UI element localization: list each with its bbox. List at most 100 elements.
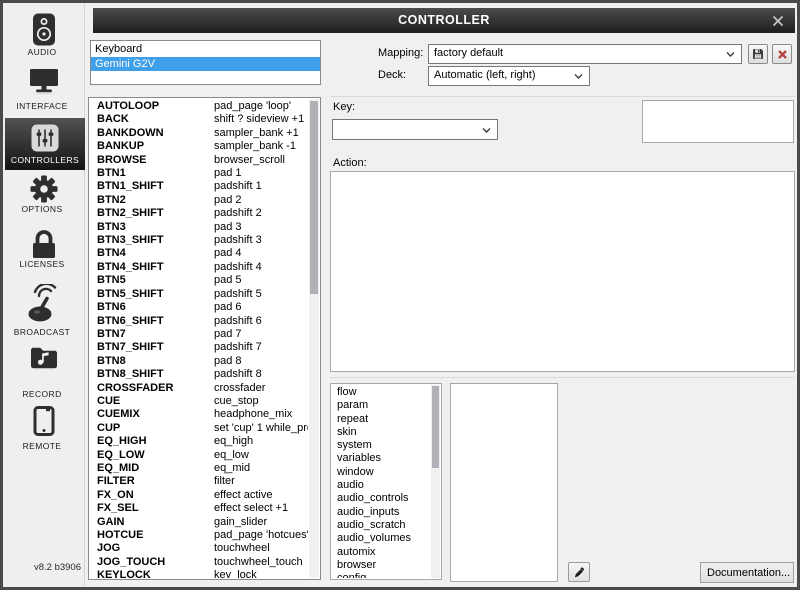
- mapping-key: BTN6: [97, 301, 126, 314]
- action-category-item[interactable]: skin: [332, 426, 431, 439]
- deck-select-value: Automatic (left, right): [434, 69, 536, 81]
- mapping-row[interactable]: BTN4 pad 4: [90, 247, 308, 260]
- mapping-row[interactable]: BTN7_SHIFT padshift 7: [90, 341, 308, 354]
- mapping-row[interactable]: FX_SEL effect select +1: [90, 502, 308, 515]
- mapping-row[interactable]: BTN5 pad 5: [90, 274, 308, 287]
- action-category-scrollbar[interactable]: [431, 385, 440, 578]
- mapping-action: cue_stop: [214, 394, 259, 407]
- folder-music-icon: [31, 347, 57, 369]
- mapping-key: HOTCUE: [97, 529, 144, 541]
- mapping-row[interactable]: GAIN gain_slider: [90, 516, 308, 529]
- action-category-item[interactable]: flow: [332, 386, 431, 399]
- action-category-item[interactable]: repeat: [332, 413, 431, 426]
- action-detail-list[interactable]: [450, 383, 558, 582]
- mapping-row[interactable]: BTN8_SHIFT padshift 8: [90, 368, 308, 381]
- mapping-row[interactable]: BTN7 pad 7: [90, 328, 308, 341]
- mapping-row[interactable]: CUE cue_stop: [90, 395, 308, 408]
- documentation-button[interactable]: Documentation...: [700, 562, 794, 583]
- sidebar-item-controllers[interactable]: CONTROLLERS: [5, 118, 85, 170]
- mapping-key: BTN5_SHIFT: [97, 287, 164, 300]
- save-mapping-button[interactable]: [748, 44, 768, 64]
- mapping-row[interactable]: BTN2 pad 2: [90, 194, 308, 207]
- mapping-row[interactable]: AUTOLOOP pad_page 'loop': [90, 100, 308, 113]
- key-learn-display[interactable]: [642, 100, 794, 143]
- action-category-item[interactable]: automix: [332, 546, 431, 559]
- mapping-row[interactable]: BACK shift ? sideview +1 : br: [90, 113, 308, 126]
- mapping-key: EQ_LOW: [97, 448, 145, 461]
- mapping-key: BTN4: [97, 247, 126, 260]
- mapping-action: pad 2: [214, 193, 242, 206]
- mapping-action: pad_page 'hotcues': [214, 529, 308, 541]
- mapping-action: touchwheel_touch: [214, 555, 303, 568]
- mapping-action: pad 7: [214, 327, 242, 340]
- mapping-row[interactable]: JOG touchwheel: [90, 542, 308, 555]
- close-icon[interactable]: [770, 13, 786, 29]
- action-category-item[interactable]: audio_volumes: [332, 532, 431, 545]
- mapping-row[interactable]: BTN1_SHIFT padshift 1: [90, 180, 308, 193]
- mapping-list-scroll-thumb[interactable]: [310, 101, 318, 294]
- action-category-item[interactable]: variables: [332, 452, 431, 465]
- action-category-item[interactable]: audio_inputs: [332, 506, 431, 519]
- mapping-list-scrollbar[interactable]: [309, 99, 319, 578]
- mapping-key: BTN3: [97, 220, 126, 233]
- action-textarea[interactable]: [330, 171, 795, 372]
- action-category-item[interactable]: param: [332, 399, 431, 412]
- action-category-item[interactable]: system: [332, 439, 431, 452]
- controller-mapping-list: AUTOLOOP pad_page 'loop' BACK shift ? si…: [88, 97, 321, 580]
- mapping-row[interactable]: EQ_MID eq_mid: [90, 462, 308, 475]
- device-item-keyboard[interactable]: Keyboard: [91, 42, 320, 57]
- mapping-action: browser_scroll: [214, 153, 285, 166]
- mapping-row[interactable]: CUEMIX headphone_mix: [90, 408, 308, 421]
- action-category-item[interactable]: browser: [332, 559, 431, 572]
- mapping-row[interactable]: BTN8 pad 8: [90, 355, 308, 368]
- mapping-row[interactable]: BTN1 pad 1: [90, 167, 308, 180]
- action-category-item[interactable]: audio_scratch: [332, 519, 431, 532]
- mapping-row[interactable]: JOG_TOUCH touchwheel_touch: [90, 556, 308, 569]
- delete-mapping-button[interactable]: [772, 44, 792, 64]
- mapping-row[interactable]: FILTER filter: [90, 475, 308, 488]
- mapping-action: pad 5: [214, 274, 242, 287]
- deck-select[interactable]: Automatic (left, right): [428, 66, 590, 86]
- mapping-key: BTN5: [97, 274, 126, 287]
- mapping-key: FILTER: [97, 475, 135, 488]
- speaker-icon: [33, 13, 55, 46]
- device-item-gemini-g2v[interactable]: Gemini G2V: [91, 56, 320, 72]
- mapping-row[interactable]: KEYLOCK key_lock: [90, 569, 308, 578]
- mapping-row[interactable]: EQ_HIGH eq_high: [90, 435, 308, 448]
- mapping-row[interactable]: HOTCUE pad_page 'hotcues': [90, 529, 308, 542]
- mapping-row[interactable]: BTN5_SHIFT padshift 5: [90, 288, 308, 301]
- action-category-item[interactable]: window: [332, 466, 431, 479]
- mapping-key: CUE: [97, 394, 121, 407]
- mapping-key: BTN2_SHIFT: [97, 207, 164, 220]
- mapping-row[interactable]: BANKDOWN sampler_bank +1: [90, 127, 308, 140]
- action-category-item[interactable]: audio: [332, 479, 431, 492]
- mapping-row[interactable]: CUP set 'cup' 1 while_press: [90, 422, 308, 435]
- version-text: v8.2 b3906: [33, 562, 81, 573]
- action-category-item[interactable]: config: [332, 572, 431, 578]
- mapping-row[interactable]: CROSSFADER crossfader: [90, 382, 308, 395]
- mapping-row[interactable]: BANKUP sampler_bank -1: [90, 140, 308, 153]
- mapping-key: BTN1_SHIFT: [97, 180, 164, 193]
- chevron-down-icon: [482, 127, 491, 133]
- key-select[interactable]: [332, 119, 498, 140]
- action-category-item[interactable]: audio_controls: [332, 492, 431, 505]
- mapping-row[interactable]: BTN3 pad 3: [90, 221, 308, 234]
- mapping-row[interactable]: BTN4_SHIFT padshift 4: [90, 261, 308, 274]
- mapping-row[interactable]: BTN3_SHIFT padshift 3: [90, 234, 308, 247]
- mapping-row[interactable]: BTN6_SHIFT padshift 6: [90, 315, 308, 328]
- mapping-key: EQ_MID: [97, 461, 140, 474]
- sidebar-item-label: OPTIONS: [21, 204, 63, 214]
- mapping-row[interactable]: BTN2_SHIFT padshift 2: [90, 207, 308, 220]
- learn-action-button[interactable]: [568, 562, 590, 582]
- panel-divider-top: [330, 96, 795, 97]
- mapping-select[interactable]: factory default: [428, 44, 742, 64]
- mapping-row[interactable]: FX_ON effect active: [90, 489, 308, 502]
- mapping-action: sampler_bank +1: [214, 126, 299, 139]
- mapping-row[interactable]: BTN6 pad 6: [90, 301, 308, 314]
- mapping-row[interactable]: EQ_LOW eq_low: [90, 449, 308, 462]
- key-label: Key:: [333, 101, 356, 113]
- mapping-row[interactable]: BROWSE browser_scroll: [90, 154, 308, 167]
- mapping-action: touchwheel: [214, 542, 270, 555]
- smartphone-icon: [33, 406, 55, 436]
- action-category-scroll-thumb[interactable]: [432, 386, 439, 468]
